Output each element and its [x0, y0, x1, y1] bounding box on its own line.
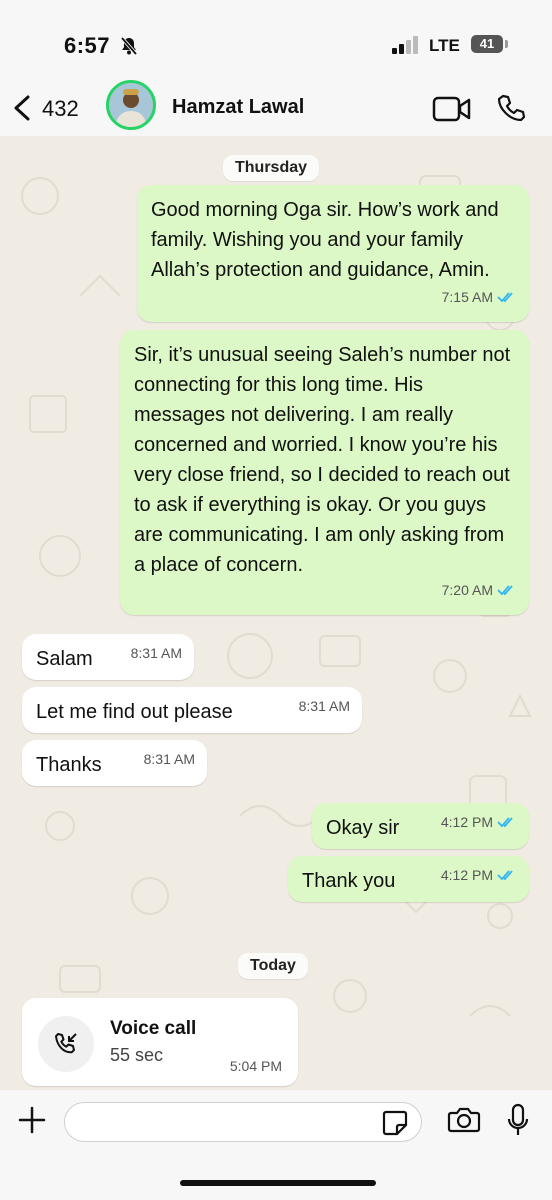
- message-outgoing[interactable]: Thank you 4:12 PM: [288, 856, 529, 902]
- battery-level: 41: [479, 36, 495, 51]
- message-text: Sir, it’s unusual seeing Saleh’s number …: [134, 344, 511, 576]
- message-meta: 8:31 AM: [299, 691, 350, 721]
- battery-tip: [505, 40, 508, 48]
- back-chevron-icon[interactable]: [10, 94, 34, 127]
- message-time: 4:12 PM: [440, 867, 493, 883]
- day-label-today: Today: [238, 953, 308, 979]
- back-count[interactable]: 432: [42, 96, 79, 122]
- message-meta: 4:12 PM: [441, 807, 517, 837]
- message-time: 8:31 AM: [143, 751, 195, 767]
- message-meta: 8:31 AM: [144, 744, 195, 774]
- mic-icon[interactable]: [506, 1103, 530, 1144]
- sticker-icon[interactable]: [382, 1110, 408, 1141]
- message-text: Let me find out please: [36, 701, 233, 723]
- message-meta: 8:31 AM: [131, 638, 182, 668]
- message-time: 8:31 AM: [130, 645, 182, 661]
- status-bar: 6:57 LTE 41: [0, 0, 552, 80]
- plus-icon[interactable]: [14, 1102, 50, 1143]
- message-text: Salam: [36, 648, 93, 670]
- message-time: 7:20 AM: [441, 582, 493, 598]
- message-incoming[interactable]: Salam 8:31 AM: [22, 634, 194, 680]
- camera-icon[interactable]: [447, 1105, 481, 1140]
- incoming-call-icon: [38, 1016, 94, 1072]
- battery-icon: 41: [471, 35, 503, 53]
- call-title: Voice call: [110, 1018, 197, 1039]
- day-label-thursday: Thursday: [223, 155, 320, 181]
- message-incoming[interactable]: Let me find out please 8:31 AM: [22, 687, 362, 733]
- avatar[interactable]: [106, 80, 156, 130]
- home-indicator: [180, 1180, 376, 1186]
- message-time: 7:15 AM: [441, 289, 493, 305]
- voice-call-card[interactable]: Voice call 55 sec 5:04 PM: [22, 998, 298, 1086]
- chat-header: 432 Hamzat Lawal: [0, 80, 552, 137]
- message-time: 8:31 AM: [298, 698, 350, 714]
- contact-name[interactable]: Hamzat Lawal: [172, 96, 304, 119]
- message-input[interactable]: [64, 1102, 422, 1142]
- read-ticks-icon: [497, 291, 517, 303]
- message-meta: 7:15 AM: [442, 282, 517, 312]
- message-meta: 4:12 PM: [441, 860, 517, 890]
- message-text: Thank you: [302, 870, 396, 892]
- message-text: Thanks: [36, 754, 102, 776]
- phone-icon[interactable]: [496, 93, 526, 128]
- call-duration: 55 sec: [110, 1045, 164, 1065]
- call-time: 5:04 PM: [229, 1058, 282, 1074]
- bell-slash-icon: [119, 36, 139, 61]
- read-ticks-icon: [497, 584, 517, 596]
- network-label: LTE: [429, 36, 460, 55]
- signal-icon: [392, 36, 422, 59]
- message-outgoing[interactable]: Good morning Oga sir. How’s work and fam…: [137, 185, 529, 322]
- status-time: 6:57: [64, 33, 111, 58]
- message-text: Good morning Oga sir. How’s work and fam…: [151, 199, 499, 281]
- message-outgoing[interactable]: Okay sir 4:12 PM: [312, 803, 529, 849]
- message-text: Okay sir: [326, 817, 400, 839]
- message-time: 4:12 PM: [440, 814, 493, 830]
- video-call-icon[interactable]: [432, 95, 472, 128]
- message-meta: 7:20 AM: [442, 575, 517, 605]
- read-ticks-icon: [497, 816, 517, 828]
- read-ticks-icon: [497, 869, 517, 881]
- message-incoming[interactable]: Thanks 8:31 AM: [22, 740, 207, 786]
- message-outgoing[interactable]: Sir, it’s unusual seeing Saleh’s number …: [120, 330, 529, 615]
